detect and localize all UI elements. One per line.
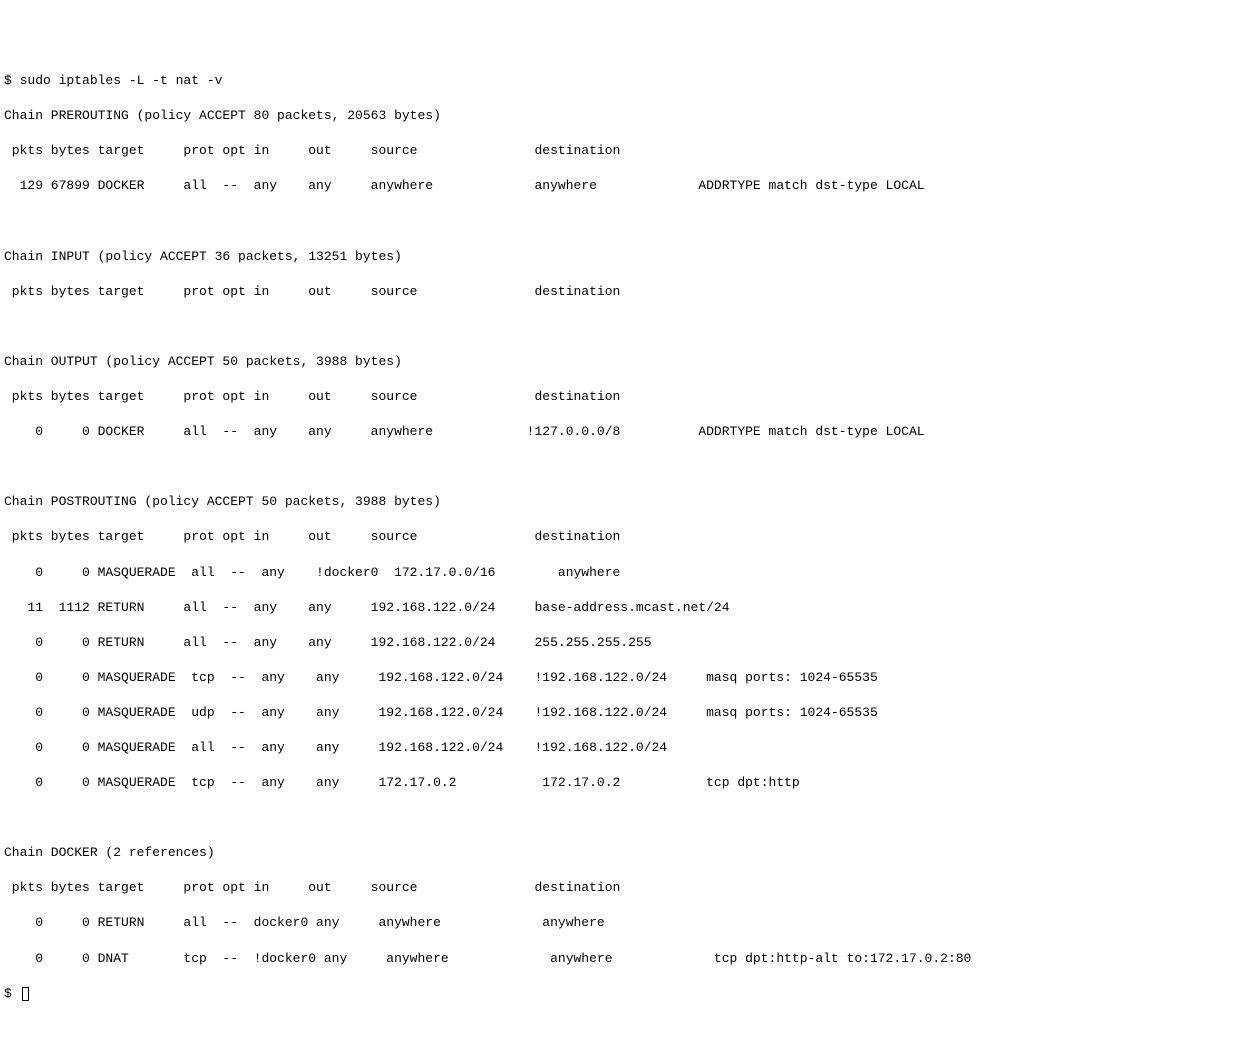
column-headers: pkts bytes target prot opt in out source… — [4, 388, 1241, 406]
table-row: 0 0 MASQUERADE all -- any any 192.168.12… — [4, 739, 1241, 757]
table-row: 0 0 DOCKER all -- any any anywhere !127.… — [4, 423, 1241, 441]
prompt: $ — [4, 73, 20, 88]
prompt-line[interactable]: $ — [4, 985, 1241, 1003]
blank-line — [4, 213, 1241, 231]
table-row: 129 67899 DOCKER all -- any any anywhere… — [4, 177, 1241, 195]
cursor-icon — [22, 987, 29, 1001]
column-headers: pkts bytes target prot opt in out source… — [4, 283, 1241, 301]
chain-header-postrouting: Chain POSTROUTING (policy ACCEPT 50 pack… — [4, 493, 1241, 511]
column-headers: pkts bytes target prot opt in out source… — [4, 879, 1241, 897]
table-row: 0 0 MASQUERADE tcp -- any any 192.168.12… — [4, 669, 1241, 687]
table-row: 11 1112 RETURN all -- any any 192.168.12… — [4, 599, 1241, 617]
chain-header-docker: Chain DOCKER (2 references) — [4, 844, 1241, 862]
command-line[interactable]: $ sudo iptables -L -t nat -v — [4, 72, 1241, 90]
blank-line — [4, 809, 1241, 827]
blank-line — [4, 318, 1241, 336]
table-row: 0 0 DNAT tcp -- !docker0 any anywhere an… — [4, 950, 1241, 968]
table-row: 0 0 RETURN all -- any any 192.168.122.0/… — [4, 634, 1241, 652]
column-headers: pkts bytes target prot opt in out source… — [4, 528, 1241, 546]
table-row: 0 0 MASQUERADE udp -- any any 192.168.12… — [4, 704, 1241, 722]
prompt: $ — [4, 986, 20, 1001]
table-row: 0 0 RETURN all -- docker0 any anywhere a… — [4, 914, 1241, 932]
command-text: sudo iptables -L -t nat -v — [20, 73, 223, 88]
chain-header-output: Chain OUTPUT (policy ACCEPT 50 packets, … — [4, 353, 1241, 371]
table-row: 0 0 MASQUERADE all -- any !docker0 172.1… — [4, 564, 1241, 582]
chain-header-input: Chain INPUT (policy ACCEPT 36 packets, 1… — [4, 248, 1241, 266]
column-headers: pkts bytes target prot opt in out source… — [4, 142, 1241, 160]
chain-header-prerouting: Chain PREROUTING (policy ACCEPT 80 packe… — [4, 107, 1241, 125]
blank-line — [4, 458, 1241, 476]
table-row: 0 0 MASQUERADE tcp -- any any 172.17.0.2… — [4, 774, 1241, 792]
